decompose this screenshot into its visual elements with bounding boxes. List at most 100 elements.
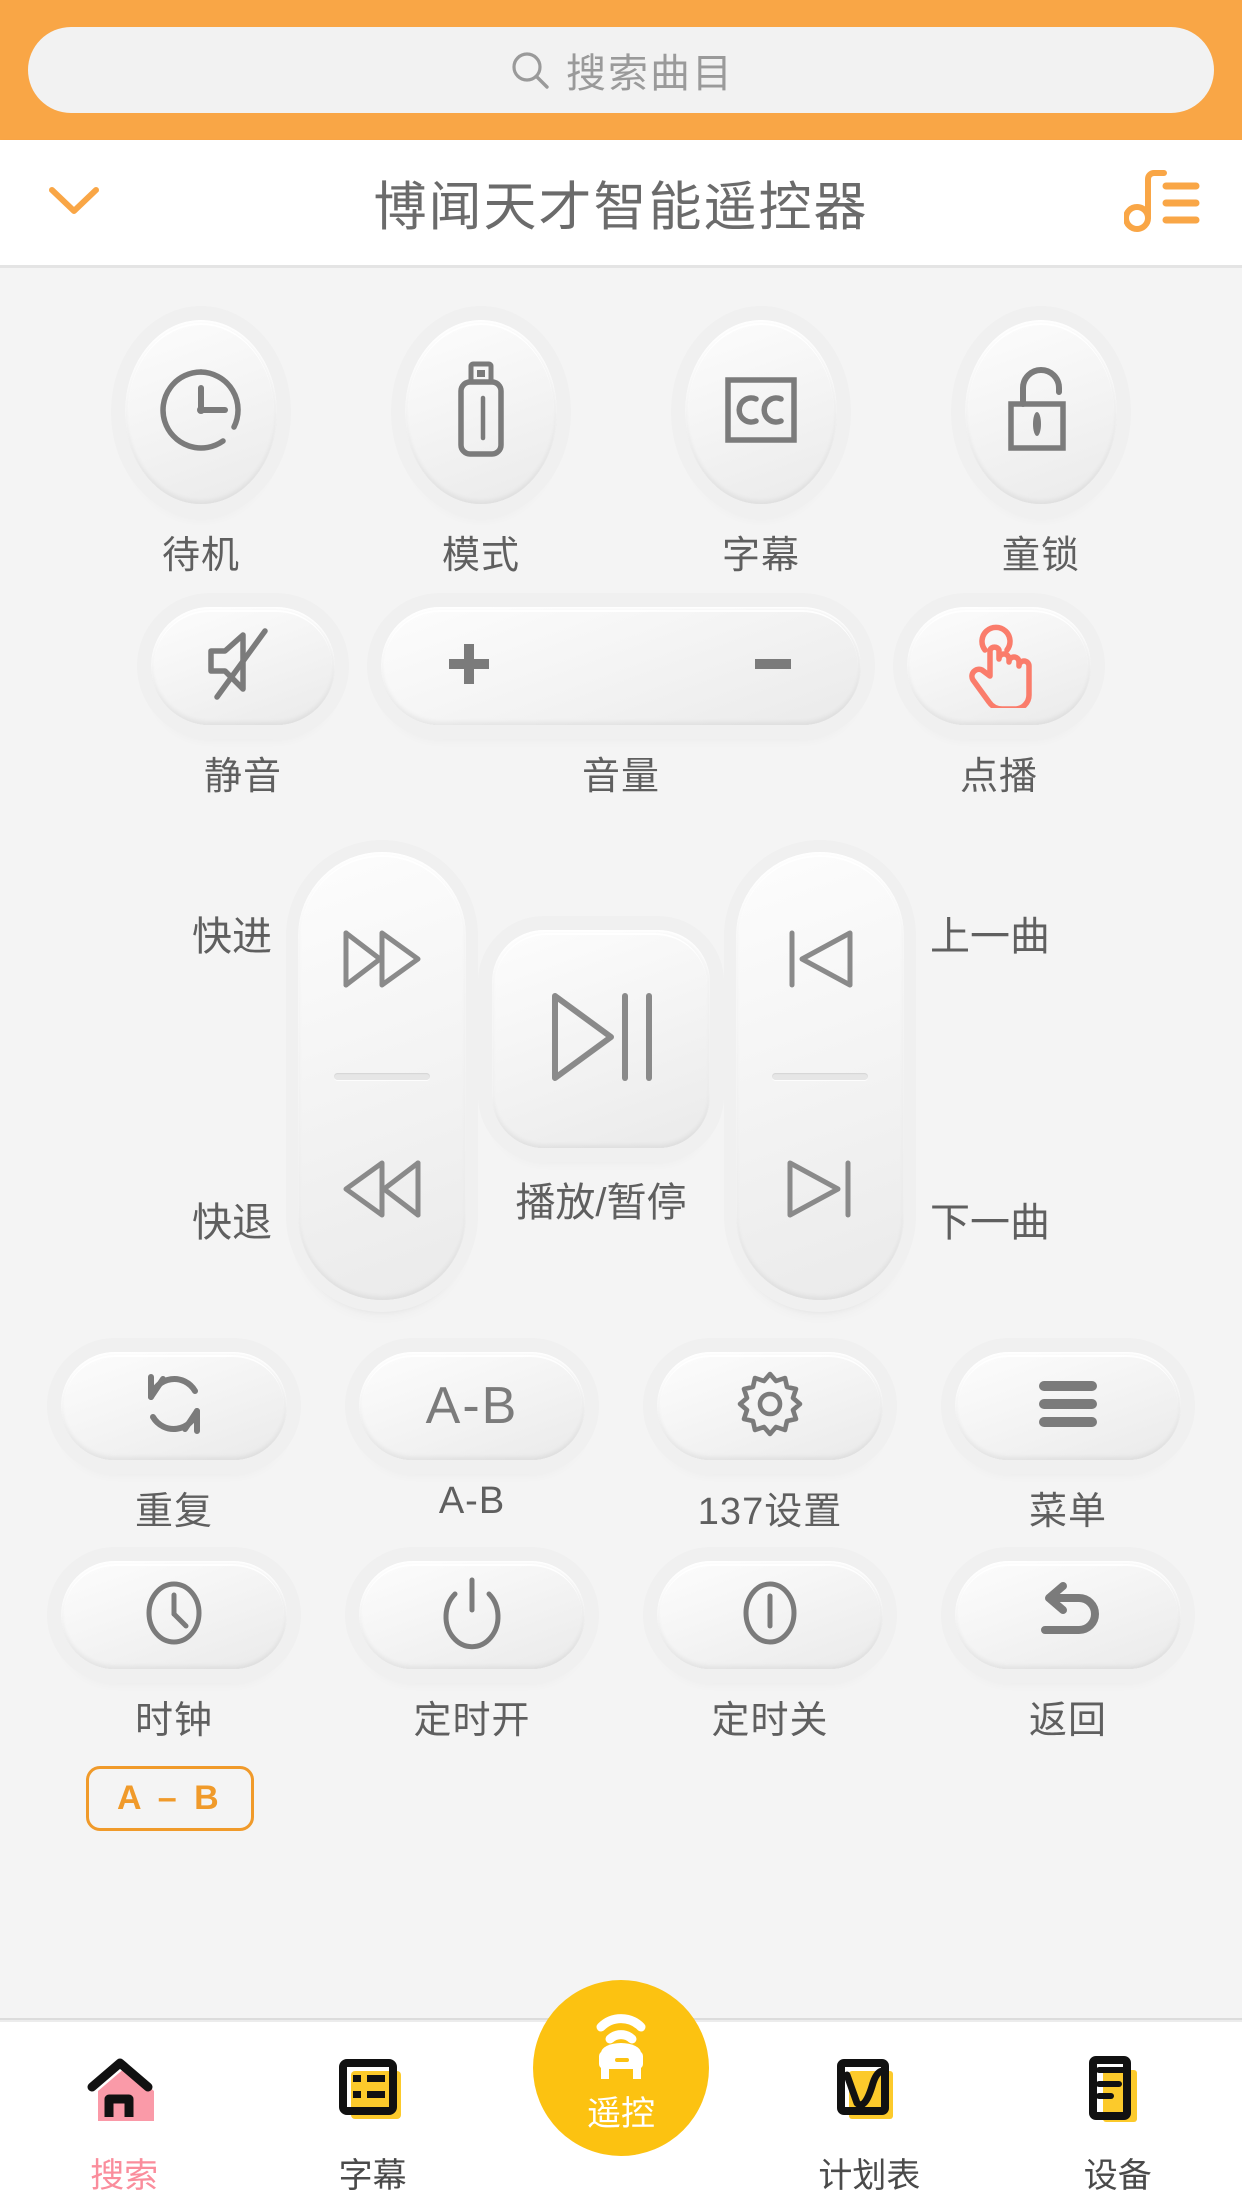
fast-forward-button[interactable] <box>298 886 466 1036</box>
playlist-button[interactable] <box>1120 167 1200 238</box>
key-divider <box>334 1072 430 1080</box>
schedule-chart-icon <box>831 2048 907 2134</box>
next-track-button[interactable] <box>736 1116 904 1266</box>
mode-cell: 模式 <box>373 320 589 579</box>
previous-track-button[interactable] <box>736 886 904 1036</box>
tab-schedule[interactable]: 计划表 <box>769 2048 969 2197</box>
rewind-label: 快退 <box>192 1201 272 1245</box>
timer-on-label: 定时开 <box>413 1700 531 1742</box>
next-track-label: 下一曲 <box>930 1201 1050 1245</box>
prev-next-button-group[interactable] <box>736 852 904 1300</box>
remote-row-1: 待机 模式 字幕 童锁 <box>0 320 1242 579</box>
back-button[interactable] <box>955 1561 1181 1669</box>
title-bar: 博闻天才智能遥控器 <box>0 140 1242 268</box>
hand-tap-icon <box>957 620 1041 713</box>
mode-button[interactable] <box>405 320 557 504</box>
settings-cell: 137设置 <box>639 1352 901 1535</box>
power-on-icon <box>437 1574 507 1657</box>
play-pause-cell: 播放/暂停 <box>492 852 710 1228</box>
mute-speaker-icon <box>199 623 287 710</box>
minus-icon[interactable] <box>747 638 799 695</box>
repeat-label: 重复 <box>134 1491 213 1533</box>
ab-cell: A-B A-B <box>341 1352 603 1523</box>
ab-button[interactable]: A-B <box>359 1352 585 1460</box>
gear-icon <box>733 1367 807 1446</box>
mode-label: 模式 <box>441 535 520 577</box>
menu-label: 菜单 <box>1028 1491 1107 1533</box>
fast-forward-icon <box>332 923 432 1000</box>
mute-label: 静音 <box>203 756 282 798</box>
bottom-tab-bar: 搜索 字幕 计划表 设备 遥控 <box>0 1980 1242 2208</box>
next-track-icon <box>774 1153 866 1230</box>
tab-subtitle-label: 字幕 <box>338 2157 407 2195</box>
timer-off-button[interactable] <box>657 1561 883 1669</box>
play-pause-label: 播放/暂停 <box>515 1181 687 1225</box>
closed-caption-icon <box>714 363 808 462</box>
on-demand-cell: 点播 <box>907 607 1091 800</box>
remote-row-5: 时钟 定时开 定时关 返回 <box>0 1561 1242 1744</box>
settings-button[interactable] <box>657 1352 883 1460</box>
subtitle-list-icon <box>335 2048 411 2134</box>
standby-clock-icon <box>153 362 249 463</box>
a-b-text-icon: A-B <box>425 1377 519 1435</box>
fast-forward-label: 快进 <box>192 915 272 959</box>
app-root: 搜索曲目 博闻天才智能遥控器 待机 模式 字幕 童锁 静音 音量 点播 快进 快… <box>0 0 1242 2208</box>
timer-off-label: 定时关 <box>711 1700 829 1742</box>
search-icon <box>508 48 552 92</box>
search-input[interactable]: 搜索曲目 <box>28 27 1214 113</box>
play-pause-button[interactable] <box>492 930 710 1148</box>
plus-icon[interactable] <box>443 638 495 695</box>
ab-status-badge[interactable]: A – B <box>86 1766 254 1831</box>
volume-button[interactable] <box>381 607 861 725</box>
padlock-unlocked-icon <box>997 360 1085 465</box>
play-pause-icon <box>539 982 663 1097</box>
key-divider <box>772 1072 868 1080</box>
tab-device[interactable]: 设备 <box>1018 2048 1218 2197</box>
rewind-icon <box>332 1153 432 1230</box>
hamburger-menu-icon <box>1031 1375 1105 1438</box>
standby-label: 待机 <box>161 535 240 577</box>
on-demand-button[interactable] <box>907 607 1091 725</box>
clock-label: 时钟 <box>134 1700 213 1742</box>
chevron-down-icon <box>42 178 106 227</box>
clock-icon <box>137 1576 211 1655</box>
back-label: 返回 <box>1028 1700 1107 1742</box>
tab-subtitle[interactable]: 字幕 <box>273 2048 473 2197</box>
menu-button[interactable] <box>955 1352 1181 1460</box>
tab-remote[interactable]: 遥控 <box>533 1980 709 2156</box>
standby-button[interactable] <box>125 320 277 504</box>
transport-right-labels: 上一曲 下一曲 <box>930 852 1050 1300</box>
remote-panel: 待机 模式 字幕 童锁 静音 音量 点播 快进 快退 播放/暂停 上一曲 下一曲… <box>0 268 1242 2020</box>
back-arrow-icon <box>1029 1578 1107 1653</box>
subtitle-button[interactable] <box>685 320 837 504</box>
ff-rew-button-group[interactable] <box>298 852 466 1300</box>
childlock-button[interactable] <box>965 320 1117 504</box>
collapse-button[interactable] <box>42 178 122 227</box>
timer-on-cell: 定时开 <box>341 1561 603 1744</box>
tab-remote-label: 遥控 <box>587 2095 655 2133</box>
search-placeholder: 搜索曲目 <box>566 52 734 96</box>
childlock-cell: 童锁 <box>933 320 1149 579</box>
mute-button[interactable] <box>151 607 335 725</box>
tab-search-label: 搜索 <box>90 2157 159 2195</box>
tab-search[interactable]: 搜索 <box>24 2048 224 2197</box>
clock-button[interactable] <box>61 1561 287 1669</box>
remote-row-4: 重复 A-B A-B 137设置 菜单 <box>0 1352 1242 1535</box>
clock-cell: 时钟 <box>43 1561 305 1744</box>
power-off-icon <box>735 1574 805 1657</box>
previous-track-icon <box>774 923 866 1000</box>
ab-label: A-B <box>438 1480 506 1522</box>
repeat-button[interactable] <box>61 1352 287 1460</box>
rewind-button[interactable] <box>298 1116 466 1266</box>
volume-cell: 音量 <box>381 607 861 800</box>
settings-label: 137设置 <box>697 1491 843 1533</box>
on-demand-label: 点播 <box>959 756 1038 798</box>
remote-row-2: 静音 音量 点播 <box>0 607 1242 800</box>
search-bar: 搜索曲目 <box>0 0 1242 140</box>
subtitle-cell: 字幕 <box>653 320 869 579</box>
device-book-icon <box>1083 2048 1153 2134</box>
timer-on-button[interactable] <box>359 1561 585 1669</box>
volume-label: 音量 <box>581 756 660 798</box>
previous-track-label: 上一曲 <box>930 915 1050 959</box>
repeat-icon <box>137 1367 211 1446</box>
